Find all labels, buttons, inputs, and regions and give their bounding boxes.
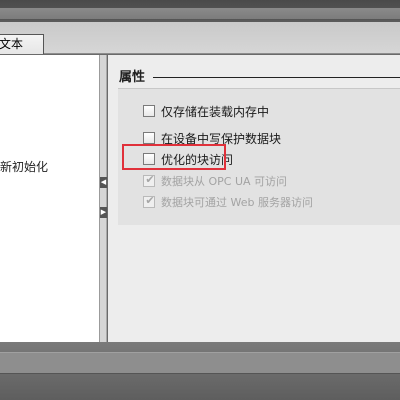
option-web-server-accessible: ✔ 数据块可通过 Web 服务器访问 <box>143 194 313 210</box>
option-label: 数据块可通过 Web 服务器访问 <box>161 196 313 209</box>
title-divider <box>153 77 400 78</box>
option-label: 数据块从 OPC UA 可访问 <box>161 175 288 188</box>
checkbox[interactable] <box>143 132 155 144</box>
left-panel: 新初始化 <box>0 55 100 342</box>
option-label: 仅存储在装载内存中 <box>161 104 270 119</box>
tab-strip: 文本 <box>0 22 400 54</box>
panel-splitter[interactable]: ◀ ▶ <box>100 55 107 342</box>
properties-panel: 属性 仅存储在装载内存中 在设备中写保护数据块 优化的块访问 ✔ 数据块从 OP… <box>108 55 400 342</box>
checkmark-icon: ✔ <box>145 194 155 207</box>
collapse-left-arrow-icon[interactable]: ◀ <box>100 177 107 188</box>
properties-title: 属性 <box>119 70 146 85</box>
left-item-reinitialize[interactable]: 新初始化 <box>0 158 48 175</box>
status-strip <box>0 352 400 374</box>
bottom-bar <box>0 342 400 400</box>
option-load-memory-only[interactable]: 仅存储在装载内存中 <box>143 103 269 119</box>
checkmark-icon: ✔ <box>145 173 155 186</box>
tab-text[interactable]: 文本 <box>0 34 44 54</box>
highlight-annotation <box>122 144 226 170</box>
checkbox-checked-disabled: ✔ <box>143 173 155 187</box>
expand-right-arrow-icon[interactable]: ▶ <box>100 207 107 218</box>
option-opc-ua-accessible: ✔ 数据块从 OPC UA 可访问 <box>143 173 287 189</box>
top-toolbar <box>0 0 400 22</box>
checkbox-checked-disabled: ✔ <box>143 194 155 208</box>
checkbox[interactable] <box>143 105 155 117</box>
ribbon-strip <box>0 8 400 20</box>
